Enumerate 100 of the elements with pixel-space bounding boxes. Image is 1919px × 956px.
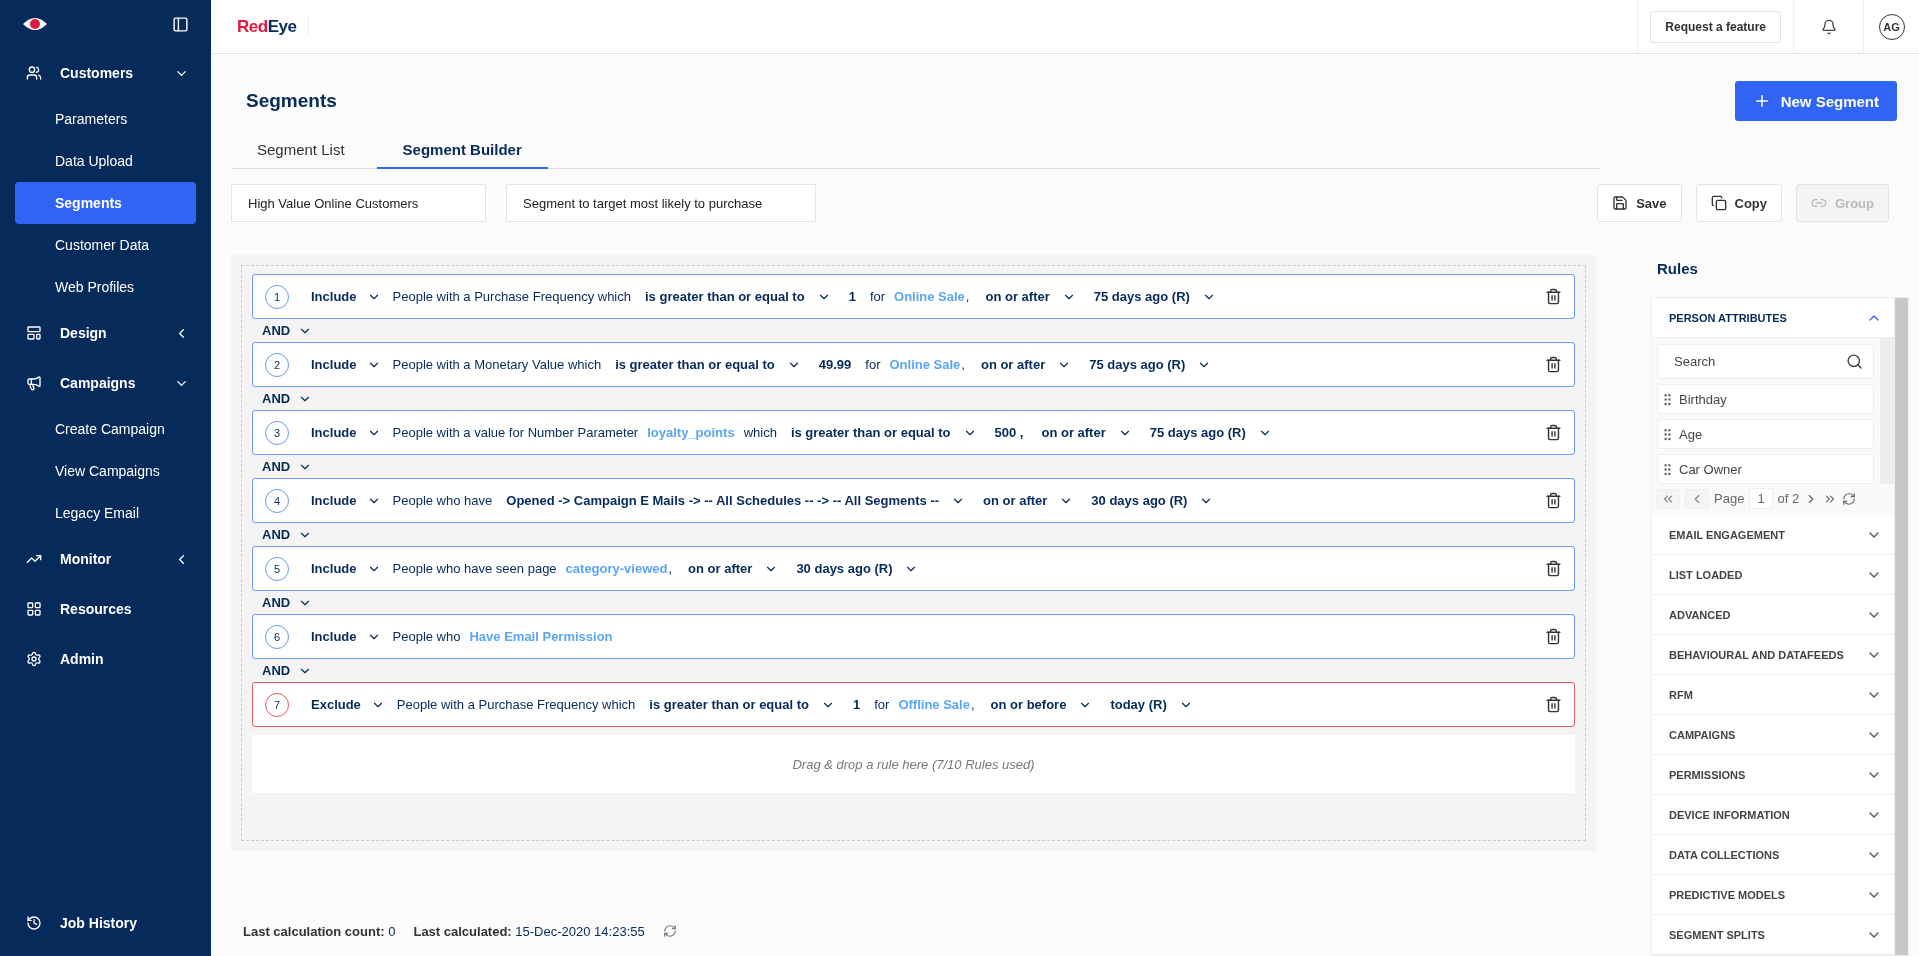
action-button[interactable]: Save [1597, 184, 1682, 222]
search-icon [1846, 353, 1863, 370]
rule-text: , [961, 357, 965, 372]
rule-dropdown[interactable]: is greater than or equal to [615, 357, 801, 372]
notification-bell-icon[interactable] [1820, 18, 1837, 35]
scrollbar[interactable] [1894, 298, 1908, 955]
page-label: Page [1714, 491, 1745, 506]
rule-value[interactable]: 1 [853, 697, 861, 712]
nav-item[interactable]: Create Campaign [15, 408, 196, 450]
history-icon [26, 915, 42, 931]
nav-item[interactable]: Segments [15, 182, 196, 224]
rule-dropdown[interactable]: is greater than or equal to [649, 697, 835, 712]
scrollbar[interactable] [1880, 338, 1894, 484]
request-feature-button[interactable]: Request a feature [1650, 10, 1781, 43]
rule-mode-dropdown[interactable]: Include [311, 425, 381, 440]
nav-section[interactable]: Customers [0, 48, 211, 98]
join-operator-dropdown[interactable]: AND [252, 455, 1575, 478]
rule-mode-dropdown[interactable]: Include [311, 357, 381, 372]
rules-title: Rules [1657, 260, 1699, 277]
rule-row[interactable]: 2 Include People with a Monetary Value which is greater than or equal to 49.99 for Online Sale, on or after 75 days ago (R) [252, 342, 1575, 387]
nav-section[interactable]: Campaigns [0, 358, 211, 408]
rule-dropdown[interactable]: Opened -> Campaign E Mails -> -- All Schedules -- -> -- All Segments -- [506, 493, 966, 508]
refresh-icon[interactable] [1842, 491, 1857, 506]
search-field[interactable]: Search [1657, 344, 1874, 379]
rule-dropdown[interactable]: on or after [980, 357, 1072, 372]
rule-mode-dropdown[interactable]: Include [311, 561, 381, 576]
sidebar-toggle-icon[interactable] [172, 15, 189, 33]
nav-item[interactable]: View Campaigns [15, 450, 196, 492]
rule-value[interactable]: 49.99 [818, 357, 852, 372]
rule-dropdown[interactable]: on or before [990, 697, 1093, 712]
new-segment-button[interactable]: New Segment [1734, 81, 1897, 121]
rule-row[interactable]: 4 Include People who have Opened -> Campaign E Mails -> -- All Schedules -- -> -- All Segments -- on or after 30 days ago (R) [252, 478, 1575, 523]
rule-row[interactable]: 7 Exclude People with a Purchase Frequency which is greater than or equal to 1 for Offline Sale, on or before today (R) [252, 682, 1575, 727]
page-total: of 2 [1777, 491, 1800, 506]
rule-value[interactable]: 1 [848, 289, 856, 304]
nav-section[interactable]: Monitor [0, 534, 211, 584]
nav-item[interactable]: Web Profiles [15, 266, 196, 308]
rule-dropdown[interactable]: 75 days ago (R) [1093, 289, 1216, 304]
rule-row[interactable]: 1 Include People with a Purchase Frequency which is greater than or equal to 1 for Online Sale, on or after 75 days ago (R) [252, 274, 1575, 319]
rule-mode-dropdown[interactable]: Include [311, 493, 381, 508]
nav-item[interactable]: Parameters [15, 98, 196, 140]
rule-dropdown[interactable]: 75 days ago (R) [1089, 357, 1212, 372]
rule-text: , [970, 697, 975, 712]
rule-dropdown[interactable]: today (R) [1110, 697, 1193, 712]
rule-mode-dropdown[interactable]: Include [311, 289, 381, 304]
delete-icon[interactable] [1545, 560, 1562, 577]
attribute-item[interactable]: Car Owner [1657, 454, 1874, 484]
page-number-field[interactable]: 1 [1749, 488, 1773, 509]
segment-name-field[interactable]: High Value Online Customers [231, 184, 486, 222]
rule-dropdown[interactable]: 30 days ago (R) [1091, 493, 1214, 508]
nav-section[interactable]: Admin [0, 634, 211, 684]
rule-row[interactable]: 5 Include People who have seen page category-viewed, on or after 30 days ago (R) [252, 546, 1575, 591]
rule-dropdown[interactable]: is greater than or equal to [790, 425, 977, 440]
last-calculated: Last calculated: 15-Dec-2020 14:23:55 [413, 923, 645, 939]
nav-section[interactable]: Job History [0, 898, 211, 948]
first-page-button[interactable] [1656, 488, 1680, 509]
delete-icon[interactable] [1545, 696, 1562, 713]
rule-row[interactable]: 3 Include People with a value for Number Parameter loyalty_points which is greater than or equal to 500 , on or after 75 days ago (R) [252, 410, 1575, 455]
action-button[interactable]: Copy [1695, 184, 1782, 222]
delete-icon[interactable] [1545, 288, 1562, 305]
rule-text: which [743, 425, 777, 440]
nav-item[interactable]: Data Upload [15, 140, 196, 182]
rule-mode-dropdown[interactable]: Include [311, 629, 381, 644]
rule-dropdown[interactable]: on or after [688, 561, 779, 576]
delete-icon[interactable] [1545, 424, 1562, 441]
attribute-item[interactable]: Age [1657, 419, 1874, 449]
join-operator-dropdown[interactable]: AND [252, 659, 1575, 682]
rule-text: People with a Monetary Value which [392, 357, 602, 372]
tab[interactable]: Segment Builder [376, 133, 548, 169]
refresh-icon[interactable] [662, 924, 677, 938]
join-operator-dropdown[interactable]: AND [252, 591, 1575, 614]
rule-value[interactable]: 500 , [994, 425, 1024, 440]
join-operator-dropdown[interactable]: AND [252, 319, 1575, 342]
rule-dropdown[interactable]: is greater than or equal to [645, 289, 831, 304]
delete-icon[interactable] [1545, 492, 1562, 509]
rule-dropdown[interactable]: 75 days ago (R) [1149, 425, 1272, 440]
tab[interactable]: Segment List [231, 133, 371, 169]
rule-dropdown[interactable]: on or after [985, 289, 1076, 304]
delete-icon[interactable] [1545, 356, 1562, 373]
rule-mode-dropdown[interactable]: Exclude [311, 697, 385, 712]
join-operator-dropdown[interactable]: AND [252, 387, 1575, 410]
drop-zone[interactable]: Drag & drop a rule here (7/10 Rules used) [252, 735, 1575, 793]
calculation-count: Last calculation count: 0 [243, 923, 396, 939]
nav-section[interactable]: Design [0, 308, 211, 358]
delete-icon[interactable] [1545, 628, 1562, 645]
rule-dropdown[interactable]: on or after [983, 493, 1074, 508]
nav-item[interactable]: Legacy Email [15, 492, 196, 534]
rule-text: People who have [392, 493, 493, 508]
rule-text: People with a Purchase Frequency which [392, 289, 631, 304]
rule-dropdown[interactable]: on or after [1041, 425, 1132, 440]
rule-row[interactable]: 6 Include People who Have Email Permission [252, 614, 1575, 659]
rule-text: People who [392, 629, 461, 644]
rule-dropdown[interactable]: 30 days ago (R) [796, 561, 919, 576]
attribute-item[interactable]: Birthday [1657, 384, 1874, 414]
join-operator-dropdown[interactable]: AND [252, 523, 1575, 546]
nav-section[interactable]: Resources [0, 584, 211, 634]
rule-text: for [865, 357, 881, 372]
segment-description-field[interactable]: Segment to target most likely to purchase [506, 184, 816, 222]
rule-text: , [668, 561, 673, 576]
nav-item[interactable]: Customer Data [15, 224, 196, 266]
